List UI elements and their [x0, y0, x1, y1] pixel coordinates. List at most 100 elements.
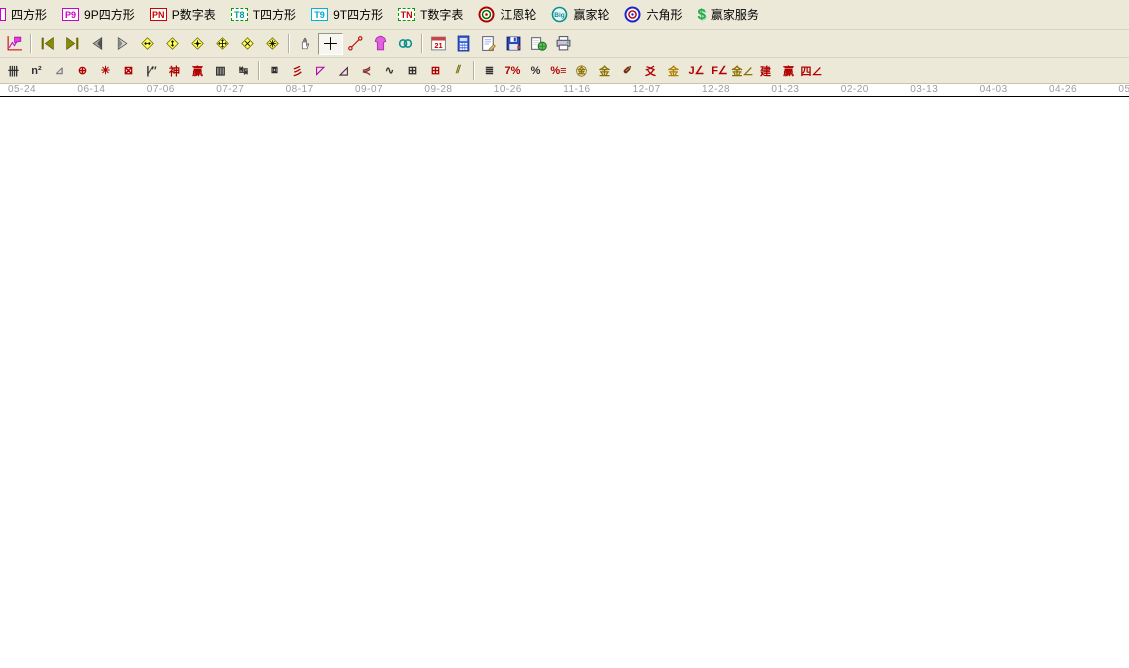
menu-item-9p-sifangxing[interactable]: P99P四方形	[62, 6, 135, 23]
rays-tool[interactable]: ⋞	[355, 61, 378, 81]
next-button[interactable]	[110, 33, 135, 55]
gold-angle-tool[interactable]: 金∠	[731, 61, 754, 81]
angle-line-icon	[347, 35, 364, 52]
menu-yingjialun-label: 赢家轮	[573, 6, 609, 23]
width-measure-tool[interactable]: ↹	[232, 61, 255, 81]
gold-lines-tool[interactable]: 金	[593, 61, 616, 81]
diamond-4-icon	[214, 35, 231, 52]
ying-gann-tool[interactable]: 赢	[186, 61, 209, 81]
menu-yingjiafuwu-label: 赢家服务	[711, 6, 759, 23]
f-angle-tool[interactable]: F∠	[708, 61, 731, 81]
diamond-6-icon	[264, 35, 281, 52]
chart-canvas[interactable]	[0, 84, 1129, 668]
ruler-grid-tool[interactable]: ▥	[209, 61, 232, 81]
trend-flag-tool[interactable]	[2, 33, 27, 55]
calculator-button[interactable]	[451, 33, 476, 55]
gann-fan-tool[interactable]: 彡	[286, 61, 309, 81]
knot-tool[interactable]	[393, 33, 418, 55]
menu-item-t-shuzibiao[interactable]: TNT数字表	[398, 6, 463, 23]
menu-item-yingjialun[interactable]: Big赢家轮	[551, 6, 609, 23]
grid-tool[interactable]: ⊞	[401, 61, 424, 81]
gold-circle-icon: ㊎	[576, 63, 587, 79]
menu-item-sifangxing-partial[interactable]: 四方形	[2, 6, 47, 23]
date-tick-label: 02-20	[841, 84, 869, 95]
save-button[interactable]	[501, 33, 526, 55]
diamond-3-icon	[189, 35, 206, 52]
grid-red-icon: ⊞	[431, 64, 440, 77]
grid-red-tool[interactable]: ⊞	[424, 61, 447, 81]
si-angle-tool[interactable]: 四∠	[800, 61, 823, 81]
grid-hatch-tool[interactable]: 卌	[2, 61, 25, 81]
gold-underline-tool[interactable]: 金	[662, 61, 685, 81]
percent-lines-tool[interactable]: %≡	[547, 61, 570, 81]
si-angle-icon: 四∠	[801, 63, 823, 79]
gold-circle-tool[interactable]: ㊎	[570, 61, 593, 81]
menu-item-jiangenlun[interactable]: 江恩轮	[478, 6, 536, 23]
angle-line-tool[interactable]	[343, 33, 368, 55]
skip-last-button[interactable]	[60, 33, 85, 55]
shen-gann-tool[interactable]: 神	[163, 61, 186, 81]
rect-select-tool[interactable]: ⧈	[263, 61, 286, 81]
rays-icon: ⋞	[362, 64, 371, 77]
skip-first-button[interactable]	[35, 33, 60, 55]
fan-box-magenta-tool[interactable]: ◸	[309, 61, 332, 81]
parallel-lines-icon: ⫽	[456, 64, 461, 77]
percent7-tool[interactable]: 7%	[501, 61, 524, 81]
jian-angle-tool[interactable]: 建	[754, 61, 777, 81]
notes-button[interactable]	[476, 33, 501, 55]
compass-tool[interactable]: ⊕	[71, 61, 94, 81]
n-squared-tool[interactable]: n²	[25, 61, 48, 81]
menu-item-9t-sifangxing[interactable]: T99T四方形	[311, 6, 383, 23]
starburst-box-icon: ⊠	[124, 64, 133, 77]
rect-select-icon: ⧈	[271, 64, 278, 77]
percent-lines-icon: %≡	[550, 65, 566, 77]
gold-lines-icon: 金	[599, 63, 610, 79]
percent-tool[interactable]: %	[524, 61, 547, 81]
menu-item-yingjiafuwu[interactable]: $赢家服务	[697, 6, 758, 23]
diamond-tool-2[interactable]	[160, 33, 185, 55]
percent-icon: %	[531, 65, 541, 77]
ladder-tool[interactable]: ≣	[478, 61, 501, 81]
calculator-icon	[455, 35, 472, 52]
hand-tool[interactable]	[293, 33, 318, 55]
sail-tool[interactable]: ⊿	[48, 61, 71, 81]
export-icon	[530, 35, 547, 52]
shape-tool[interactable]	[368, 33, 393, 55]
angle-marks-tool[interactable]: |∕″	[140, 61, 163, 81]
diamond-tool-1[interactable]	[135, 33, 160, 55]
parallel-lines-tool[interactable]: ⫽	[447, 61, 470, 81]
fan-box-dark-tool[interactable]: ◿	[332, 61, 355, 81]
menu-item-t-sifangxing[interactable]: T8T四方形	[231, 6, 296, 23]
starburst-tool[interactable]: ✳	[94, 61, 117, 81]
yao-tool[interactable]: 爻	[639, 61, 662, 81]
knot-icon	[397, 35, 414, 52]
diamond-tool-5[interactable]	[235, 33, 260, 55]
date-tick-label: 07-06	[147, 84, 175, 95]
compass-icon: ⊕	[78, 64, 87, 77]
gann-fan-icon: 彡	[292, 63, 303, 79]
menu-p-shuzibiao-icon: PN	[150, 8, 167, 21]
menu-9p-sifangxing-icon: P9	[62, 8, 79, 21]
menu-item-liujiaoxing[interactable]: 六角形	[624, 6, 682, 23]
marker-tool[interactable]: ✐	[616, 61, 639, 81]
calendar-icon: 21	[430, 35, 447, 52]
toolbar-separator	[421, 34, 423, 53]
export-button[interactable]	[526, 33, 551, 55]
print-button[interactable]	[551, 33, 576, 55]
diamond-tool-4[interactable]	[210, 33, 235, 55]
date-tick-label: 04-03	[980, 84, 1008, 95]
starburst-box-tool[interactable]: ⊠	[117, 61, 140, 81]
width-measure-icon: ↹	[239, 64, 248, 77]
diamond-tool-3[interactable]	[185, 33, 210, 55]
prev-button[interactable]	[85, 33, 110, 55]
date-tick-label: 03-13	[910, 84, 938, 95]
starburst-icon: ✳	[101, 64, 110, 77]
j-angle-tool[interactable]: J∠	[685, 61, 708, 81]
skip-last-icon	[64, 35, 81, 52]
calendar-button[interactable]: 21	[426, 33, 451, 55]
crosshair-tool[interactable]	[318, 33, 343, 55]
ying-angle-tool[interactable]: 赢	[777, 61, 800, 81]
diamond-tool-6[interactable]	[260, 33, 285, 55]
menu-item-p-shuzibiao[interactable]: PNP数字表	[150, 6, 216, 23]
zigzag-tool[interactable]: ∿	[378, 61, 401, 81]
